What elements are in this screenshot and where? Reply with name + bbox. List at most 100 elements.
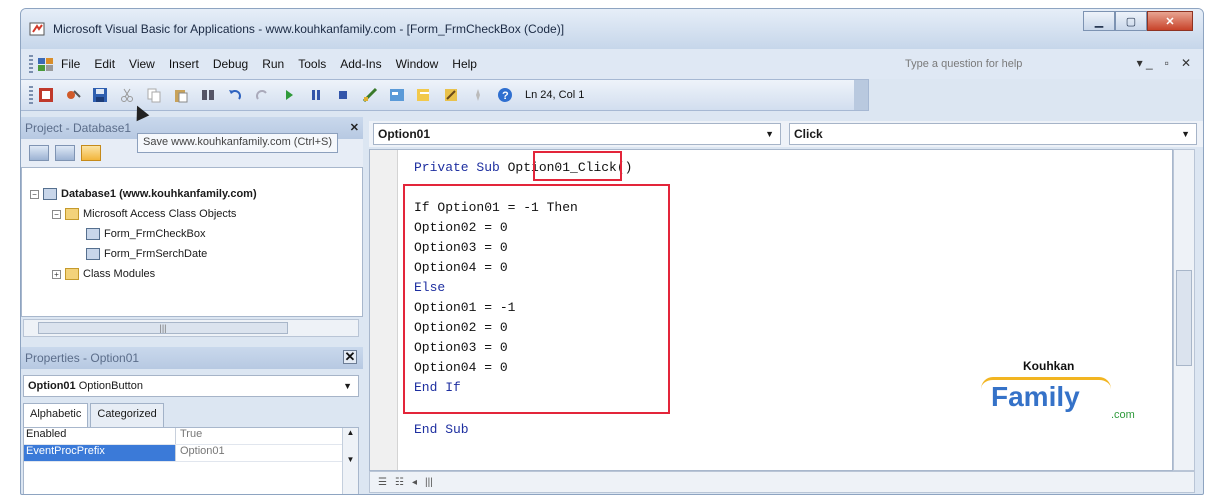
highlight-code-block [403, 184, 670, 414]
object-selector[interactable]: Option01 OptionButton ▼ [23, 375, 359, 397]
project-close-icon[interactable]: ✕ [350, 121, 359, 134]
collapse-icon[interactable]: − [52, 209, 61, 219]
form-icon [86, 228, 100, 240]
object-browser-icon[interactable] [442, 86, 460, 104]
properties-scrollbar[interactable]: ▲ ▼ [342, 428, 358, 494]
toolbar-overflow[interactable] [854, 80, 868, 110]
mdi-minimize-icon[interactable]: ▾ _ [1137, 56, 1153, 70]
minimize-button[interactable]: ▁ [1083, 11, 1115, 31]
properties-grid: Enabled True EventProcPrefix Option01 ▲ ▼ [23, 427, 359, 494]
reset-icon[interactable] [334, 86, 352, 104]
highlight-sub-name [533, 151, 622, 181]
menu-insert[interactable]: Insert [169, 57, 199, 71]
folder-icon [65, 268, 79, 280]
scroll-thumb[interactable]: ||| [38, 322, 288, 334]
tree-root-label: Database1 (www.kouhkanfamily.com) [61, 188, 257, 200]
view-code-icon[interactable] [29, 145, 49, 161]
procedure-combo-value: Click [794, 127, 823, 141]
menu-help[interactable]: Help [452, 57, 477, 71]
break-icon[interactable] [307, 86, 325, 104]
code-line-end-sub: End Sub [414, 422, 469, 437]
object-combo[interactable]: Option01 ▼ [373, 123, 781, 145]
menu-window[interactable]: Window [396, 57, 439, 71]
database-icon [43, 188, 57, 200]
mdi-close-icon[interactable]: ✕ [1181, 56, 1191, 70]
tab-categorized[interactable]: Categorized [90, 403, 164, 427]
property-key: Enabled [24, 428, 176, 444]
chevron-down-icon[interactable]: ▼ [343, 381, 352, 391]
properties-pane-header: Properties - Option01 ✕ [21, 347, 363, 369]
save-icon[interactable] [91, 86, 109, 104]
scroll-left-icon[interactable]: ◂ [412, 477, 417, 488]
code-hscroll-thumb[interactable]: ||| [425, 477, 433, 488]
design-mode-icon[interactable] [361, 86, 379, 104]
mdi-controls: ▾ _ ▫ ✕ [1137, 56, 1191, 70]
toolbox-icon[interactable] [469, 86, 487, 104]
property-row[interactable]: Enabled True [24, 428, 358, 445]
title-bar: Microsoft Visual Basic for Applications … [21, 9, 1203, 49]
code-keyword: Private Sub [414, 160, 508, 175]
mdi-restore-icon[interactable]: ▫ [1165, 56, 1169, 70]
tree-root[interactable]: − Database1 (www.kouhkanfamily.com) [30, 188, 257, 200]
maximize-button[interactable]: ▢ [1115, 11, 1147, 31]
cut-icon[interactable] [118, 86, 136, 104]
project-tree: − Database1 (www.kouhkanfamily.com) − Mi… [21, 167, 363, 317]
property-value[interactable]: Option01 [176, 445, 225, 461]
project-explorer-icon[interactable] [388, 86, 406, 104]
toggle-folders-icon[interactable] [81, 145, 101, 161]
properties-pane-title: Properties - Option01 [25, 351, 140, 365]
scroll-thumb[interactable] [1176, 270, 1192, 366]
properties-close-icon[interactable]: ✕ [343, 350, 357, 364]
expand-icon[interactable]: + [52, 269, 61, 279]
insert-userform-icon[interactable] [64, 86, 82, 104]
menu-tools[interactable]: Tools [298, 57, 326, 71]
help-search-input[interactable]: Type a question for help [899, 54, 1083, 74]
tab-alphabetic[interactable]: Alphabetic [23, 403, 89, 427]
properties-tabs: Alphabetic Categorized [21, 403, 363, 427]
chevron-down-icon[interactable]: ▼ [1181, 129, 1190, 139]
property-value[interactable]: True [176, 428, 202, 444]
close-button[interactable]: ✕ [1147, 11, 1193, 31]
full-module-view-icon[interactable]: ☷ [395, 477, 404, 488]
procedure-combo[interactable]: Click ▼ [789, 123, 1197, 145]
tree-form-searchdate[interactable]: Form_FrmSerchDate [86, 248, 207, 260]
help-icon[interactable]: ? [496, 86, 514, 104]
vba-app-icon [29, 22, 45, 36]
menu-run[interactable]: Run [262, 57, 284, 71]
procedure-view-icon[interactable]: ☰ [378, 477, 387, 488]
vba-menu-icon[interactable] [37, 56, 55, 72]
object-combo-value: Option01 [378, 127, 431, 141]
view-object-icon[interactable] [55, 145, 75, 161]
code-vscrollbar[interactable] [1173, 149, 1195, 471]
menu-file[interactable]: File [61, 57, 80, 71]
undo-icon[interactable] [226, 86, 244, 104]
tree-folder-modules[interactable]: + Class Modules [52, 268, 155, 280]
code-combo-bar: Option01 ▼ Click ▼ [369, 121, 1203, 147]
property-row[interactable]: EventProcPrefix Option01 [24, 445, 358, 462]
save-tooltip: Save www.kouhkanfamily.com (Ctrl+S) [137, 133, 338, 153]
properties-window-icon[interactable] [415, 86, 433, 104]
tree-folder-access[interactable]: − Microsoft Access Class Objects [52, 208, 236, 220]
tree-form-checkbox[interactable]: Form_FrmCheckBox [86, 228, 205, 240]
kouhkan-family-logo: Kouhkan Family .com [981, 359, 1141, 439]
run-icon[interactable] [280, 86, 298, 104]
find-icon[interactable] [199, 86, 217, 104]
tree-form-checkbox-label: Form_FrmCheckBox [104, 228, 206, 240]
paste-icon[interactable] [172, 86, 190, 104]
standard-toolbar: ? Ln 24, Col 1 [21, 79, 869, 111]
toolbar-grip [29, 86, 33, 104]
copy-icon[interactable] [145, 86, 163, 104]
menu-debug[interactable]: Debug [213, 57, 248, 71]
project-hscrollbar[interactable]: ||| [23, 319, 359, 337]
menu-view[interactable]: View [129, 57, 155, 71]
vba-window: Microsoft Visual Basic for Applications … [20, 8, 1204, 495]
chevron-down-icon[interactable]: ▼ [765, 129, 774, 139]
menu-edit[interactable]: Edit [94, 57, 115, 71]
collapse-icon[interactable]: − [30, 189, 39, 199]
menu-add-ins[interactable]: Add-Ins [340, 57, 381, 71]
view-access-icon[interactable] [37, 86, 55, 104]
code-margin[interactable] [370, 150, 398, 470]
redo-icon[interactable] [253, 86, 271, 104]
cursor-position: Ln 24, Col 1 [525, 89, 585, 101]
property-key: EventProcPrefix [24, 445, 176, 461]
